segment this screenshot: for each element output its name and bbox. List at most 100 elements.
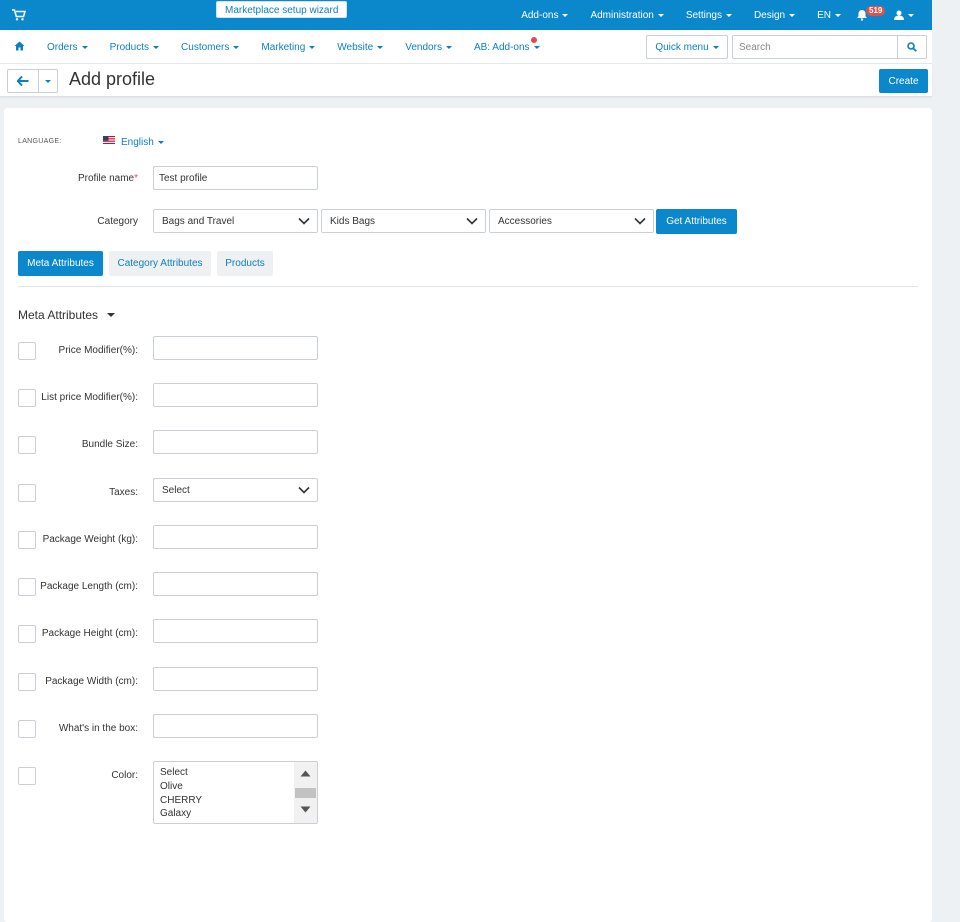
category-select-2[interactable]: Kids Bags [321, 209, 486, 233]
section-toggle-meta-attributes[interactable]: Meta Attributes [18, 308, 116, 322]
whats-in-the-box-input[interactable] [153, 714, 318, 738]
search-button[interactable] [897, 35, 927, 59]
category-select-3[interactable]: Accessories [489, 209, 654, 233]
page-scroll-gutter [935, 0, 960, 922]
get-attributes-button[interactable]: Get Attributes [656, 209, 737, 234]
listbox-option[interactable]: Select [160, 767, 188, 778]
profile-name-input[interactable] [153, 166, 318, 190]
attribute-label: List price Modifier(%): [41, 392, 138, 403]
quick-menu-button[interactable]: Quick menu [646, 35, 728, 59]
menu-label: Marketing [261, 41, 306, 53]
content-panel: LANGUAGE: English Profile name* Category… [4, 108, 932, 922]
quick-menu-label: Quick menu [655, 41, 709, 53]
required-marker: * [134, 173, 138, 184]
caret-down-icon [107, 313, 116, 317]
user-icon [894, 10, 904, 20]
new-indicator-dot [530, 36, 537, 43]
top-bar: Marketplace setup wizard Add-ons Adminis… [0, 0, 932, 30]
triangle-up-icon[interactable] [300, 770, 311, 777]
menu-label: Customers [181, 41, 230, 53]
tab-category-attributes[interactable]: Category Attributes [109, 251, 211, 276]
listbox-scrollbar[interactable] [294, 762, 317, 823]
caret-down-icon [562, 13, 569, 17]
attribute-label: Package Width (cm): [45, 676, 138, 687]
arrow-left-icon [17, 76, 29, 86]
language-label: LANGUAGE: [18, 138, 62, 145]
menu-products[interactable]: Products [99, 42, 170, 53]
back-button-group [7, 69, 58, 93]
taxes-select[interactable]: Select [153, 478, 318, 502]
caret-down-icon [725, 13, 732, 17]
profile-name-label-text: Profile name [77, 173, 135, 184]
user-menu-button[interactable] [880, 10, 932, 20]
top-nav-label: Administration [590, 9, 654, 21]
menu-vendors[interactable]: Vendors [394, 42, 463, 53]
listbox-option[interactable]: Olive [160, 781, 183, 792]
price-modifier-input[interactable] [153, 336, 318, 360]
top-nav-administration[interactable]: Administration [579, 10, 674, 21]
language-selector[interactable]: English [121, 137, 164, 148]
menu-ab-add-ons[interactable]: AB: Add-ons [463, 36, 551, 53]
search-input[interactable] [732, 35, 898, 59]
top-nav-label: EN [817, 9, 831, 21]
attribute-label: Package Length (cm): [40, 581, 138, 592]
caret-down-icon [712, 45, 719, 49]
create-button[interactable]: Create [879, 69, 928, 93]
menu-website[interactable]: Website [326, 42, 394, 53]
category-value: Accessories [498, 215, 552, 227]
profile-name-label: Profile name* [44, 173, 138, 184]
caret-down-icon [657, 13, 664, 17]
menu-orders[interactable]: Orders [36, 42, 99, 53]
color-listbox[interactable]: Select Olive CHERRY Galaxy [153, 761, 318, 824]
chevron-down-icon [298, 486, 310, 494]
scrollbar-thumb[interactable] [295, 788, 316, 798]
top-nav-design[interactable]: Design [743, 10, 806, 21]
package-height-input[interactable] [153, 619, 318, 643]
caret-down-icon [835, 13, 841, 17]
list-price-modifier-input[interactable] [153, 383, 318, 407]
caret-down-icon [533, 45, 540, 49]
category-value: Bags and Travel [162, 215, 235, 227]
menu-label: AB: Add-ons [473, 41, 530, 53]
page-title: Add profile [69, 69, 156, 89]
back-history-dropdown[interactable] [39, 70, 57, 92]
divider [18, 286, 918, 287]
us-flag-icon [103, 136, 115, 144]
package-length-input[interactable] [153, 572, 318, 596]
chevron-down-icon [634, 217, 646, 225]
caret-down-icon [153, 45, 160, 49]
tab-products[interactable]: Products [217, 251, 273, 276]
menu-customers[interactable]: Customers [170, 42, 250, 53]
cart-icon[interactable] [12, 9, 26, 21]
attribute-label: Package Height (cm): [41, 628, 138, 639]
listbox-option[interactable]: CHERRY [160, 795, 202, 806]
chevron-down-icon [466, 217, 478, 225]
top-nav: Add-ons Administration Settings Design E… [510, 0, 932, 30]
menu-label: Products [109, 41, 150, 53]
listbox-option[interactable]: Galaxy [160, 808, 191, 819]
package-width-input[interactable] [153, 667, 318, 691]
attribute-label: Package Weight (kg): [42, 534, 138, 545]
package-weight-input[interactable] [153, 525, 318, 549]
top-nav-label: Design [753, 9, 786, 21]
menu-marketing[interactable]: Marketing [250, 42, 326, 53]
attribute-label: Taxes: [109, 487, 138, 498]
top-nav-settings[interactable]: Settings [675, 10, 743, 21]
notifications-button[interactable]: 519 [852, 0, 886, 30]
caret-down-icon [309, 45, 316, 49]
top-nav-language[interactable]: EN [806, 10, 852, 21]
caret-down-icon [81, 45, 88, 49]
tab-meta-attributes[interactable]: Meta Attributes [18, 251, 103, 276]
marketplace-setup-wizard-button[interactable]: Marketplace setup wizard [216, 1, 348, 18]
home-icon[interactable] [14, 41, 25, 51]
main-menu: Orders Products Customers Marketing Webs… [36, 30, 551, 64]
caret-down-icon [45, 79, 51, 83]
bundle-size-input[interactable] [153, 430, 318, 454]
top-nav-add-ons[interactable]: Add-ons [510, 10, 579, 21]
category-select-1[interactable]: Bags and Travel [153, 209, 318, 233]
triangle-down-icon[interactable] [300, 806, 311, 813]
back-button[interactable] [8, 70, 39, 92]
caret-down-icon [908, 13, 914, 17]
top-nav-label: Add-ons [521, 9, 559, 21]
section-title: Meta Attributes [18, 308, 99, 322]
